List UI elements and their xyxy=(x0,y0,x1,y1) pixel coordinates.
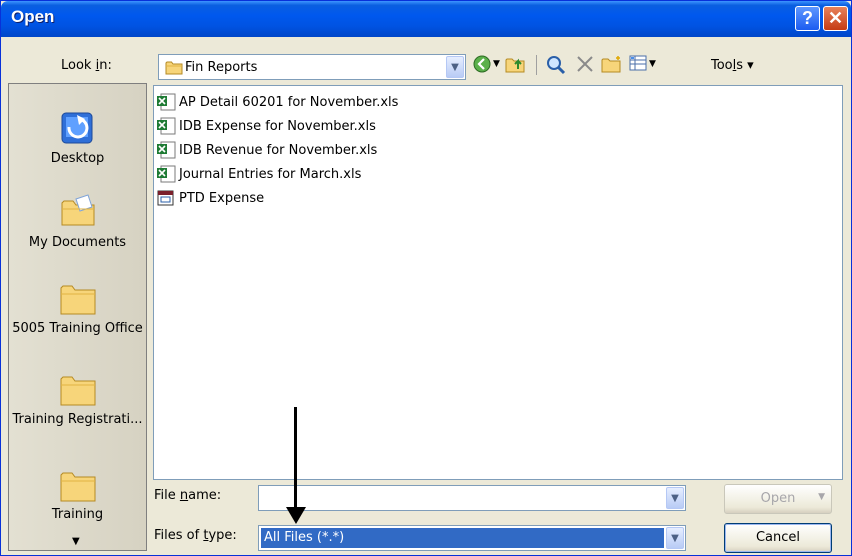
views-dropdown-icon[interactable]: ▼ xyxy=(649,59,656,69)
file-name: AP Detail 60201 for November.xls xyxy=(179,94,399,110)
file-item[interactable]: IDB Revenue for November.xls xyxy=(156,140,377,160)
new-folder-icon xyxy=(601,56,621,73)
place-label: My Documents xyxy=(28,235,127,250)
folder-icon xyxy=(60,285,95,315)
up-folder-button[interactable] xyxy=(505,55,527,73)
place-label: Training xyxy=(51,507,104,522)
window-title: Open xyxy=(11,7,55,26)
back-arrow-icon xyxy=(473,55,491,73)
file-item[interactable]: AP Detail 60201 for November.xls xyxy=(156,92,398,112)
file-item[interactable]: Journal Entries for March.xls xyxy=(156,164,361,184)
open-button-label: Open xyxy=(760,491,796,506)
open-button[interactable]: Open ▼ xyxy=(724,484,832,514)
close-button[interactable]: ✕ xyxy=(823,6,848,31)
up-folder-icon xyxy=(505,58,525,73)
my-documents-icon xyxy=(61,194,94,226)
open-dialog: Open ? ✕ Look in: Fin Reports ▼ ▼ ▼ Tool… xyxy=(0,0,852,556)
place-label: 5005 Training Office xyxy=(12,321,143,336)
excel-icon xyxy=(157,165,176,183)
chevron-down-icon[interactable]: ▼ xyxy=(666,487,684,509)
cancel-button-label: Cancel xyxy=(755,530,801,545)
file-name: PTD Expense xyxy=(179,190,265,206)
files-of-type-label: Files of type: xyxy=(154,528,237,543)
annotation-arrow-shaft xyxy=(294,407,297,511)
files-of-type-dropdown[interactable]: All Files (*.*) ▼ xyxy=(258,525,686,551)
views-button[interactable] xyxy=(629,55,647,71)
search-web-button[interactable] xyxy=(546,55,566,75)
place-label: Training Registrati... xyxy=(12,412,143,427)
close-icon: ✕ xyxy=(827,8,844,28)
place-label: Desktop xyxy=(50,151,105,166)
places-scroll-down-icon[interactable]: ▼ xyxy=(72,536,80,547)
title-bar[interactable]: Open ? ✕ xyxy=(1,1,851,37)
desktop-icon xyxy=(61,112,92,144)
excel-icon xyxy=(157,117,176,135)
place-5005-training-office[interactable]: 5005 Training Office xyxy=(9,282,146,338)
tools-menu[interactable]: Tools ▾ xyxy=(711,58,754,73)
chevron-down-icon[interactable]: ▼ xyxy=(666,527,684,549)
delete-icon xyxy=(577,56,593,72)
toolbar-separator xyxy=(536,55,537,75)
file-name-input[interactable]: ▼ xyxy=(258,485,686,511)
access-icon xyxy=(157,190,174,206)
file-item[interactable]: PTD Expense xyxy=(156,188,264,208)
annotation-arrow-head xyxy=(286,507,306,524)
folder-icon xyxy=(60,472,95,502)
folder-icon xyxy=(165,61,183,75)
file-list[interactable]: AP Detail 60201 for November.xls IDB Exp… xyxy=(153,85,843,480)
delete-button[interactable] xyxy=(576,55,594,73)
place-my-documents[interactable]: My Documents xyxy=(9,191,146,250)
tools-label: Tools ▾ xyxy=(711,58,754,73)
place-training-registration[interactable]: Training Registrati... xyxy=(9,373,146,429)
chevron-down-icon[interactable]: ▼ xyxy=(818,492,825,502)
back-button[interactable] xyxy=(473,55,491,73)
place-training[interactable]: Training xyxy=(9,469,146,522)
look-in-dropdown[interactable]: Fin Reports ▼ xyxy=(158,54,466,80)
help-icon: ? xyxy=(802,8,813,28)
back-dropdown-icon[interactable]: ▼ xyxy=(493,59,500,69)
excel-icon xyxy=(157,141,176,159)
file-name: IDB Revenue for November.xls xyxy=(179,142,378,158)
help-button[interactable]: ? xyxy=(795,6,820,31)
new-folder-button[interactable] xyxy=(601,55,623,73)
views-icon xyxy=(629,55,647,71)
folder-icon xyxy=(60,376,95,406)
file-name: Journal Entries for March.xls xyxy=(179,166,362,182)
file-item[interactable]: IDB Expense for November.xls xyxy=(156,116,376,136)
files-of-type-value: All Files (*.*) xyxy=(261,528,664,548)
look-in-label: Look in: xyxy=(61,58,112,73)
place-desktop[interactable]: Desktop xyxy=(9,109,146,166)
chevron-down-icon[interactable]: ▼ xyxy=(446,56,464,78)
places-bar: Desktop My Documents 5005 Training Offic… xyxy=(8,83,147,551)
search-icon xyxy=(547,56,566,75)
cancel-button[interactable]: Cancel xyxy=(724,523,832,553)
look-in-value: Fin Reports xyxy=(185,60,258,75)
file-name: IDB Expense for November.xls xyxy=(179,118,376,134)
excel-icon xyxy=(157,93,176,111)
file-name-label: File name: xyxy=(154,488,222,503)
